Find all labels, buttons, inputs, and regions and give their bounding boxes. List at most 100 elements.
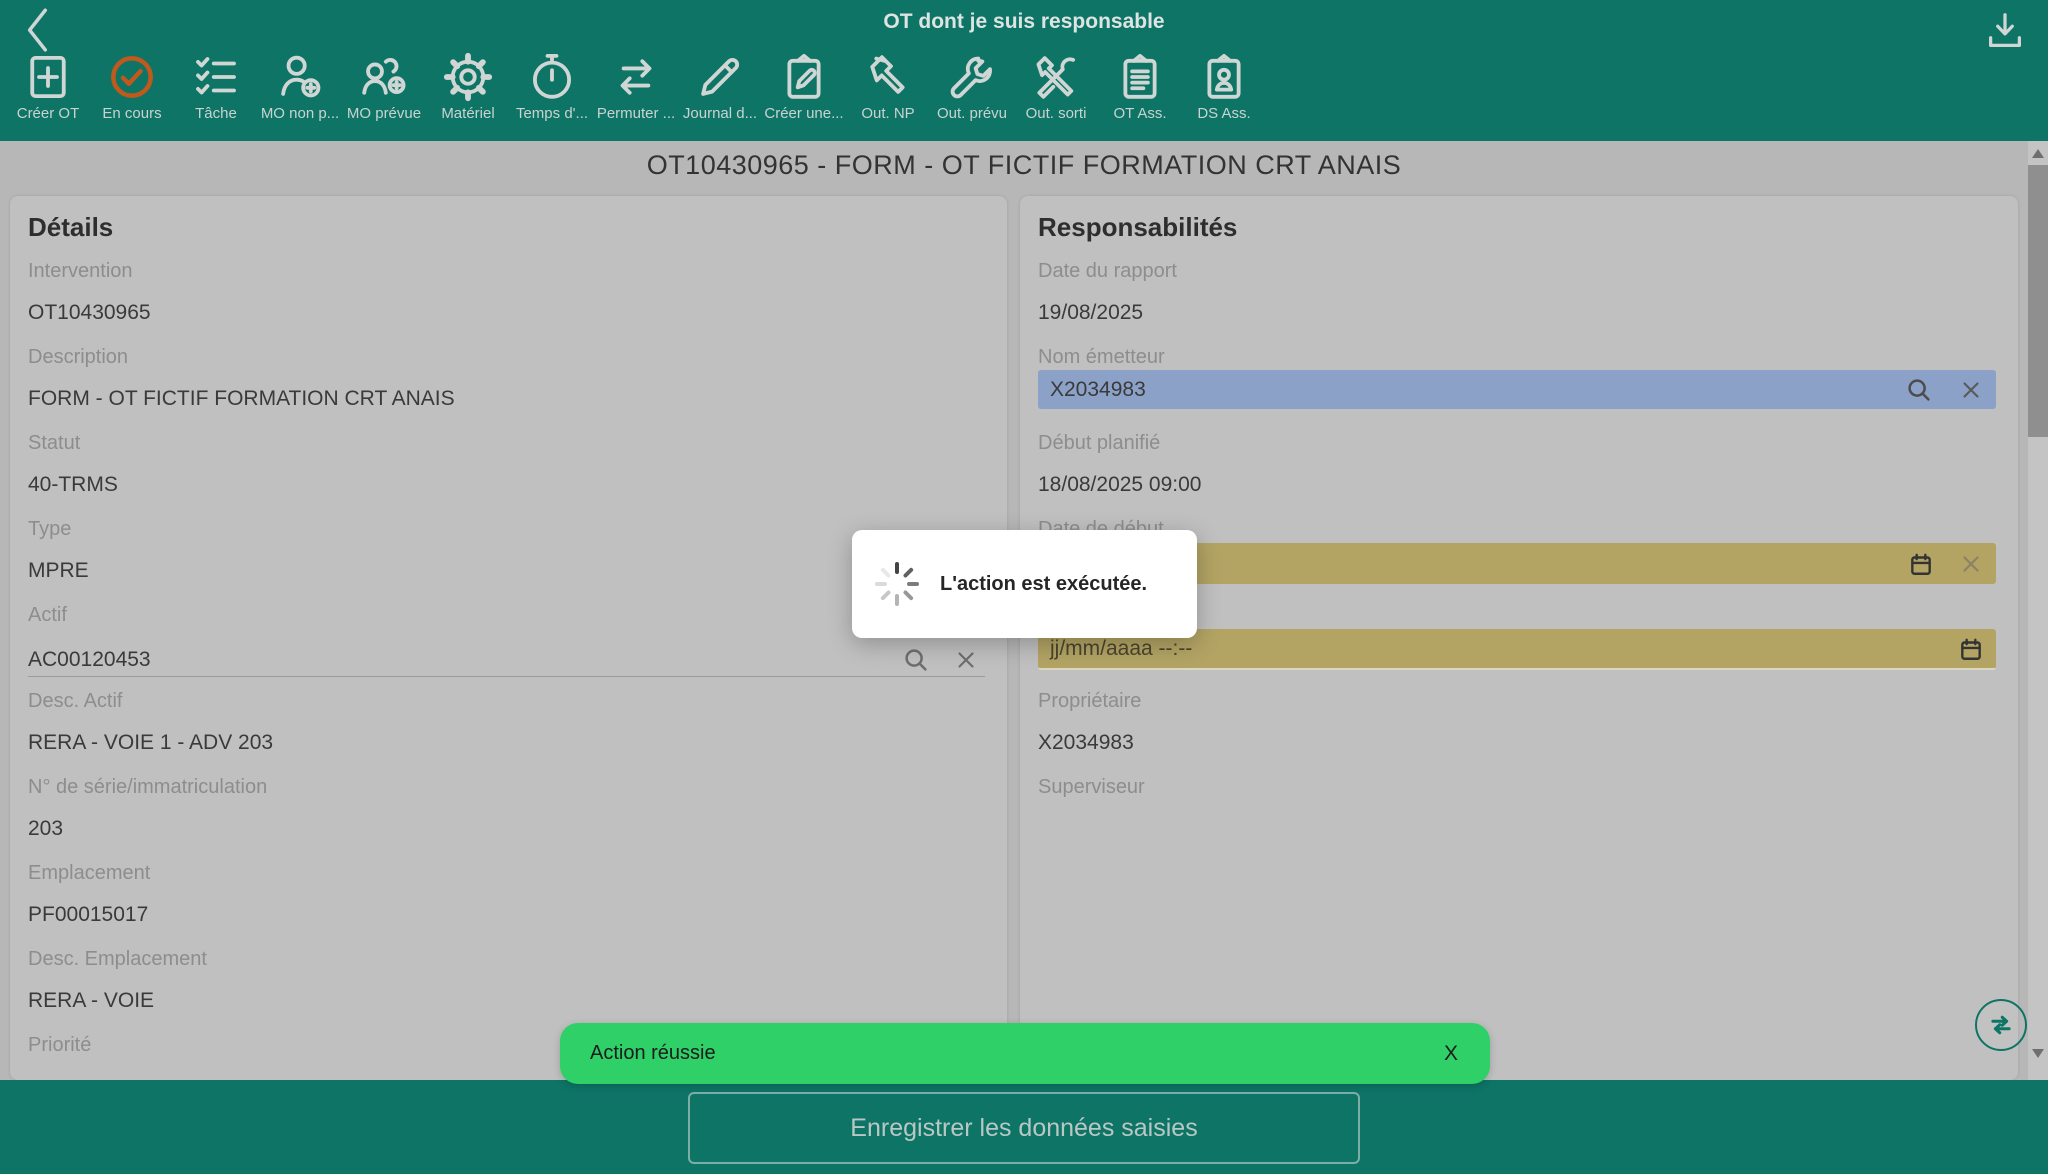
field-row-date-rapport: Date du rapport 19/08/2025 — [1038, 261, 2004, 347]
download-button[interactable] — [1982, 8, 2028, 54]
check-circle-icon — [105, 50, 159, 104]
field-row-desc-actif: Desc. Actif RERA - VOIE 1 - ADV 203 — [28, 691, 993, 777]
field-value: X2034983 — [1038, 732, 2004, 754]
field-label: Superviseur — [1038, 777, 2004, 798]
toolbar-item-journal[interactable]: Journal d... — [678, 50, 762, 140]
toolbar-item-out-np[interactable]: Out. NP — [846, 50, 930, 140]
field-label: Statut — [28, 433, 993, 454]
field-row-superviseur: Superviseur — [1038, 777, 2004, 863]
field-value: RERA - VOIE 1 - ADV 203 — [28, 732, 993, 754]
field-label: Date du rapport — [1038, 261, 2004, 282]
field-value: FORM - OT FICTIF FORMATION CRT ANAIS — [28, 388, 993, 410]
field-value: RERA - VOIE — [28, 990, 993, 1012]
toast-message: Action réussie — [560, 1042, 1444, 1065]
toolbar-item-mo-prevue[interactable]: MO prévue — [342, 50, 426, 140]
search-icon[interactable] — [1904, 375, 1934, 405]
toolbar-item-out-sorti[interactable]: Out. sorti — [1014, 50, 1098, 140]
field-label: Desc. Emplacement — [28, 949, 993, 970]
scrollbar-thumb[interactable] — [2028, 165, 2048, 437]
field-value: 203 — [28, 818, 993, 840]
swap-arrows-icon — [609, 50, 663, 104]
details-rows: Intervention OT10430965 Description FORM… — [10, 261, 1007, 1080]
loading-modal: L'action est exécutée. — [852, 530, 1197, 638]
field-row-type: Type MPRE — [28, 519, 993, 605]
stopwatch-icon — [525, 50, 579, 104]
field-value: OT10430965 — [28, 302, 993, 324]
nom-emetteur-input[interactable]: X2034983 — [1038, 370, 1996, 409]
toolbar-item-permuter[interactable]: Permuter ... — [594, 50, 678, 140]
toolbar-item-ds-ass[interactable]: DS Ass. — [1182, 50, 1266, 140]
actif-lookup-field[interactable]: AC00120453 — [28, 643, 985, 677]
field-label: Type — [28, 519, 993, 540]
field-value: 18/08/2025 09:00 — [1038, 474, 2004, 496]
responsibilities-panel: Responsabilités Date du rapport 19/08/20… — [1020, 196, 2018, 1080]
field-row-intervention: Intervention OT10430965 — [28, 261, 993, 347]
field-label: Propriétaire — [1038, 691, 2004, 712]
toolbar-item-creer-ot[interactable]: Créer OT — [6, 50, 90, 140]
clipboard-person-icon — [1197, 50, 1251, 104]
save-button[interactable]: Enregistrer les données saisies — [688, 1092, 1360, 1164]
tools-crossed-icon — [1029, 50, 1083, 104]
field-value: 40-TRMS — [28, 474, 993, 496]
calendar-icon[interactable] — [1958, 636, 1984, 662]
field-value: AC00120453 — [28, 649, 901, 671]
modal-message: L'action est exécutée. — [940, 573, 1147, 596]
field-label: Actif — [28, 605, 993, 626]
scroll-down-icon[interactable] — [2032, 1049, 2044, 1058]
field-label: Début planifié — [1038, 433, 2004, 454]
clear-icon[interactable] — [1958, 377, 1984, 403]
window-title: OT dont je suis responsable — [0, 10, 2048, 34]
field-row-proprietaire: Propriétaire X2034983 — [1038, 691, 2004, 777]
field-label: Desc. Actif — [28, 691, 993, 712]
pencil-icon — [693, 50, 747, 104]
toolbar-item-en-cours[interactable]: En cours — [90, 50, 174, 140]
search-icon[interactable] — [901, 645, 931, 675]
toast-close-button[interactable]: X — [1444, 1042, 1490, 1066]
hammer-icon — [861, 50, 915, 104]
success-toast: Action réussie X — [560, 1023, 1490, 1084]
field-label: Description — [28, 347, 993, 368]
swap-floating-button[interactable] — [1975, 999, 2027, 1051]
app-header: OT dont je suis responsable Créer OT En … — [0, 0, 2048, 141]
field-label: Emplacement — [28, 863, 993, 884]
details-panel: Détails Intervention OT10430965 Descript… — [10, 196, 1007, 1080]
calendar-icon[interactable] — [1908, 551, 1934, 577]
field-row-statut: Statut 40-TRMS — [28, 433, 993, 519]
field-label: Intervention — [28, 261, 993, 282]
people-add-icon — [357, 50, 411, 104]
wrench-icon — [945, 50, 999, 104]
vertical-scrollbar[interactable] — [2028, 141, 2048, 1080]
toolbar-item-ot-ass[interactable]: OT Ass. — [1098, 50, 1182, 140]
responsibilities-panel-title: Responsabilités — [1020, 196, 2018, 240]
toolbar-item-temps[interactable]: Temps d'... — [510, 50, 594, 140]
toolbar-item-tache[interactable]: Tâche — [174, 50, 258, 140]
field-value: 19/08/2025 — [1038, 302, 2004, 324]
person-add-icon — [273, 50, 327, 104]
page-title: OT10430965 - FORM - OT FICTIF FORMATION … — [0, 150, 2048, 181]
toolbar: Créer OT En cours Tâche MO non p... MO p… — [6, 50, 1266, 140]
app-root: OT dont je suis responsable Créer OT En … — [0, 0, 2048, 1174]
toolbar-item-creer-une[interactable]: Créer une... — [762, 50, 846, 140]
field-row-numero-serie: N° de série/immatriculation 203 — [28, 777, 993, 863]
download-icon — [1982, 8, 2028, 54]
scroll-up-icon[interactable] — [2032, 149, 2044, 158]
toolbar-item-out-prevu[interactable]: Out. prévu — [930, 50, 1014, 140]
clear-icon[interactable] — [953, 647, 979, 673]
clipboard-lines-icon — [1113, 50, 1167, 104]
field-row-actif: Actif AC00120453 — [28, 605, 993, 691]
toolbar-item-materiel[interactable]: Matériel — [426, 50, 510, 140]
swap-arrows-icon — [1986, 1010, 2016, 1040]
toolbar-item-mo-non-prevue[interactable]: MO non p... — [258, 50, 342, 140]
field-row-nom-emetteur: Nom émetteur X2034983 — [1038, 347, 2004, 433]
field-label: Nom émetteur — [1038, 347, 2004, 368]
input-value: X2034983 — [1050, 378, 1904, 402]
input-placeholder: jj/mm/aaaa --:-- — [1050, 637, 1958, 661]
field-label: N° de série/immatriculation — [28, 777, 993, 798]
field-row-description: Description FORM - OT FICTIF FORMATION C… — [28, 347, 993, 433]
footer-bar: Enregistrer les données saisies — [0, 1080, 2048, 1174]
gear-icon — [441, 50, 495, 104]
loading-spinner-icon — [874, 561, 920, 607]
field-row-debut-planifie: Début planifié 18/08/2025 09:00 — [1038, 433, 2004, 519]
clear-icon[interactable] — [1958, 551, 1984, 577]
clipboard-pencil-icon — [777, 50, 831, 104]
